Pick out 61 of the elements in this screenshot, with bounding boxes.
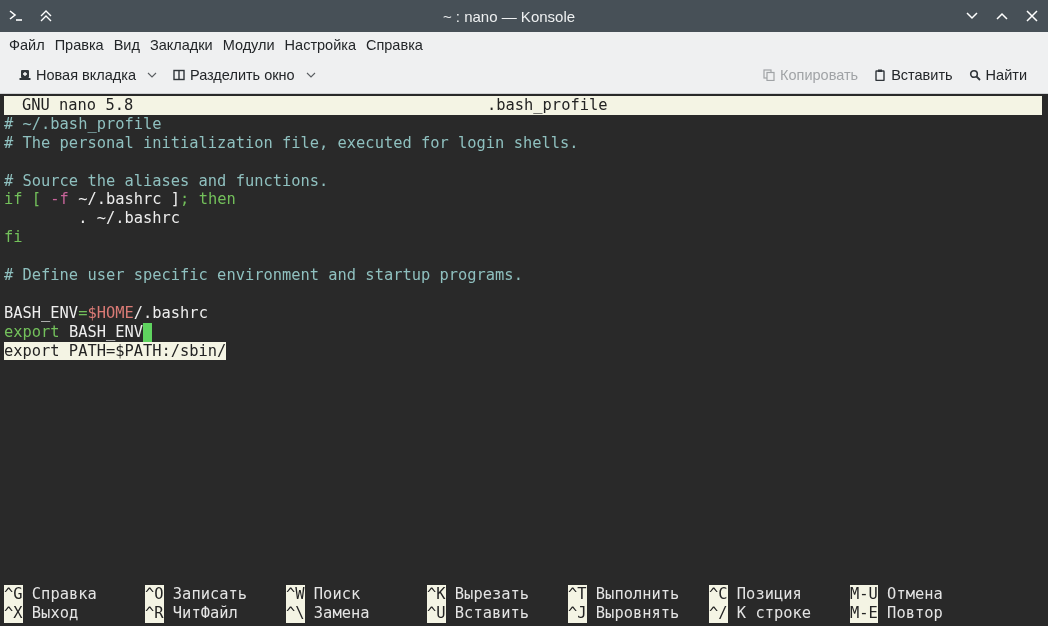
shortcut-key: ^O xyxy=(145,585,164,605)
shortcut-key: ^\ xyxy=(286,604,305,623)
copy-icon xyxy=(763,69,776,81)
menu-item[interactable]: Вид xyxy=(108,36,145,53)
shortcut-label: К строке xyxy=(736,604,811,623)
terminal-icon xyxy=(8,8,24,24)
shortcut-label: Повтор xyxy=(887,604,943,623)
menu-item[interactable]: Справка xyxy=(361,36,428,53)
menu-item[interactable]: Настройка xyxy=(279,36,361,53)
shortcut-label: Отмена xyxy=(887,585,943,605)
shortcut-label: Позиция xyxy=(736,585,802,605)
toolbar-button[interactable]: Разделить окно xyxy=(167,64,321,86)
keep-above-icon[interactable] xyxy=(38,8,54,24)
code-line: if [ -f ~/.bashrc ]; then xyxy=(4,190,236,210)
code-line: # The personal initialization file, executed for login shells. xyxy=(4,133,579,153)
shortcut-label: ЧитФайл xyxy=(172,604,238,623)
menu-item[interactable]: Файл xyxy=(4,36,50,53)
code-line: export BASH_ENV xyxy=(4,322,143,342)
nano-version: GNU nano 5.8 xyxy=(21,96,135,115)
toolbar-button[interactable]: Новая вкладка xyxy=(14,64,162,86)
code-line: # Source the aliases and functions. xyxy=(4,171,329,191)
shortcut-key: M-E xyxy=(850,604,878,623)
shortcut-key: ^J xyxy=(568,604,587,623)
shortcut-label: Выход xyxy=(31,604,79,623)
menu-item[interactable]: Модули xyxy=(217,36,280,53)
split-view-icon xyxy=(172,69,185,81)
shortcut-key: ^X xyxy=(4,604,23,623)
toolbar-button[interactable]: Найти xyxy=(963,64,1032,86)
new-tab-icon xyxy=(19,69,31,81)
window-title: ~ : nano — Konsole xyxy=(441,7,577,25)
close-icon[interactable] xyxy=(1024,8,1040,24)
toolbar-button[interactable]: Вставить xyxy=(869,64,958,86)
shortcut-label: Вырезать xyxy=(454,585,529,605)
shortcut-label: Выполнить xyxy=(595,585,680,605)
shortcut-key: ^/ xyxy=(709,604,728,623)
shortcut-key: ^C xyxy=(709,585,728,605)
shortcut-key: ^W xyxy=(286,585,305,605)
shortcut-label: Замена xyxy=(313,604,370,623)
shortcut-label: Вставить xyxy=(454,604,529,623)
shortcut-label: Поиск xyxy=(313,585,361,605)
shortcut-key: M-U xyxy=(850,585,878,605)
shortcut-label: Записать xyxy=(172,585,247,605)
menu-item[interactable]: Закладки xyxy=(144,36,218,53)
code-line: # Define user specific environment and startup programs. xyxy=(4,266,523,285)
shortcut-key: ^K xyxy=(427,585,446,605)
shortcut-key: ^U xyxy=(427,604,446,623)
shortcut-key: ^T xyxy=(568,585,587,605)
code-line: fi xyxy=(4,228,23,248)
code-line: BASH_ENV=$HOME/.bashrc xyxy=(4,303,208,323)
file-name: .bash_profile xyxy=(487,96,608,115)
menu-item[interactable]: Правка xyxy=(49,36,109,53)
shortcut-key: ^G xyxy=(4,585,23,605)
clipboard-icon xyxy=(874,69,887,81)
shortcut-label: Выровнять xyxy=(595,604,680,623)
shortcut-key: ^R xyxy=(145,604,164,623)
caret-icon xyxy=(305,72,316,78)
code-line: # ~/.bash_profile xyxy=(4,114,162,134)
code-line: . ~/.bashrc xyxy=(77,209,181,229)
shortcut-label: Справка xyxy=(31,585,97,605)
search-icon xyxy=(968,69,981,81)
caret-icon xyxy=(146,72,157,78)
